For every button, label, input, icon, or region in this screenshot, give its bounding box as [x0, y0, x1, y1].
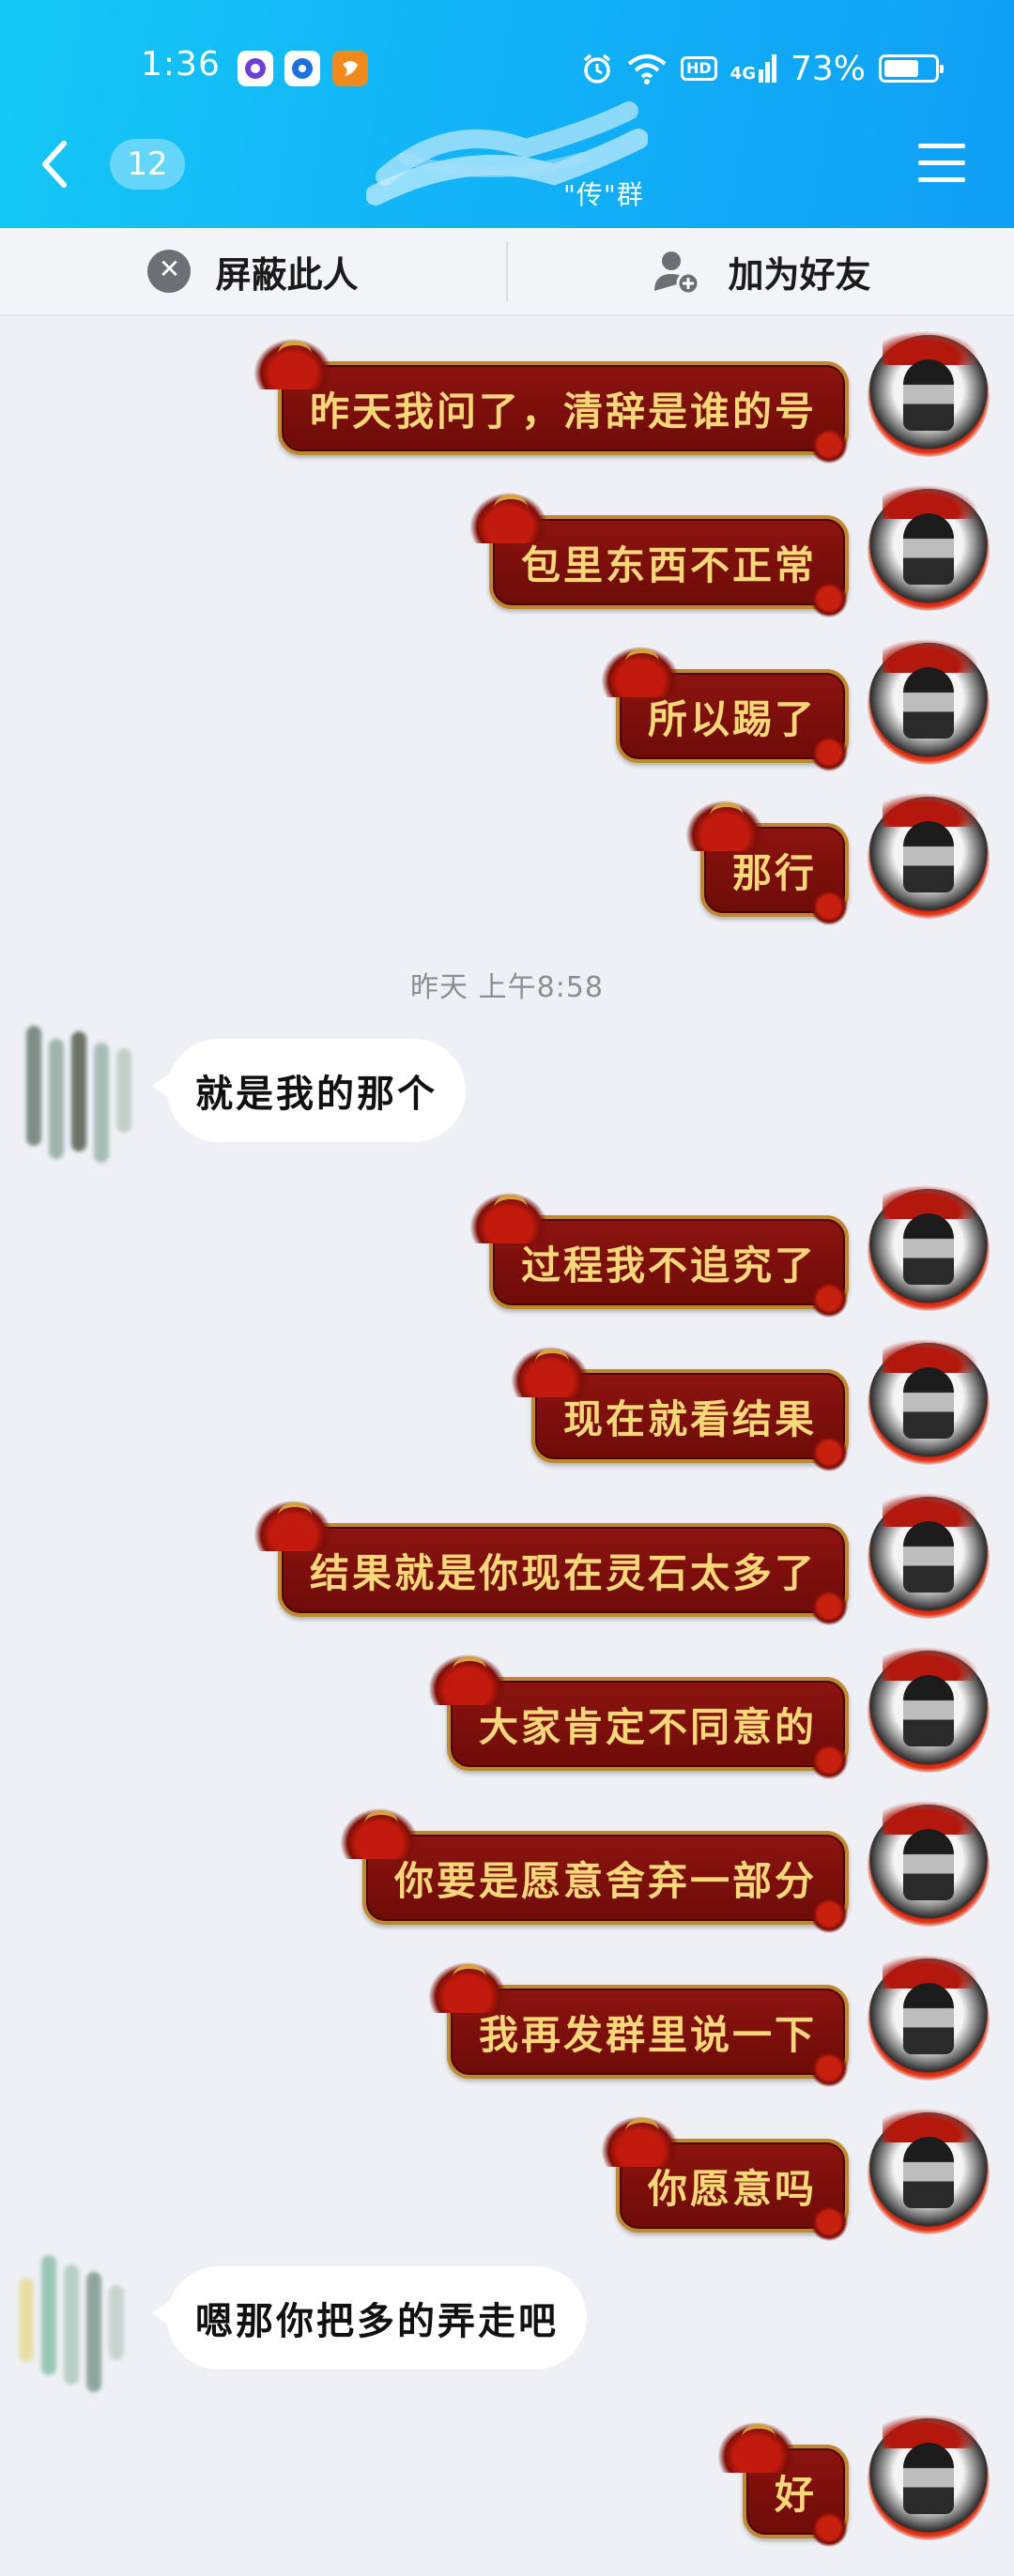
dragon-decoration — [424, 1651, 511, 1705]
dragon-tail-decoration — [809, 733, 849, 772]
dragon-tail-decoration — [809, 887, 849, 926]
message-row-self: 昨天我问了，清辞是谁的号 — [0, 328, 1014, 466]
message-text: 大家肯定不同意的 — [478, 1703, 817, 1750]
message-row-self: 你愿意吗 — [0, 2105, 1014, 2244]
self-avatar[interactable] — [868, 481, 990, 611]
signal-icon: 4G — [730, 54, 777, 83]
battery-icon — [879, 54, 944, 83]
dragon-tail-decoration — [809, 425, 849, 465]
self-avatar[interactable] — [868, 1489, 990, 1619]
dragon-decoration — [597, 2112, 684, 2167]
contact-avatar[interactable] — [13, 2240, 154, 2400]
message-bubble[interactable]: 结果就是你现在灵石太多了 — [277, 1523, 849, 1617]
menu-icon — [918, 144, 965, 148]
dragon-tail-decoration — [809, 2049, 849, 2088]
messenger-app-icon — [238, 51, 273, 86]
add-friend-label: 加为好友 — [728, 253, 871, 296]
message-text: 嗯那你把多的弄走吧 — [195, 2300, 559, 2343]
block-user-label: 屏蔽此人 — [215, 253, 359, 296]
dragon-tail-decoration — [809, 1587, 849, 1626]
dragon-tail-decoration — [809, 2508, 849, 2548]
chat-title: "传"群 — [563, 179, 644, 210]
message-row-self: 过程我不追究了 — [0, 1181, 1014, 1320]
message-row-self: 好 — [0, 2411, 1014, 2559]
dragon-decoration — [250, 1497, 336, 1551]
contact-avatar[interactable] — [13, 1011, 154, 1170]
message-row-self: 结果就是你现在灵石太多了 — [0, 1489, 1014, 1628]
dragon-decoration — [466, 1189, 552, 1243]
message-text: 包里东西不正常 — [520, 541, 817, 588]
self-avatar[interactable] — [868, 635, 990, 765]
add-friend-icon — [654, 252, 700, 295]
message-row-self: 包里东西不正常 — [0, 481, 1014, 620]
message-row-self: 那行 — [0, 789, 1014, 928]
message-bubble[interactable]: 昨天我问了，清辞是谁的号 — [277, 361, 849, 455]
dragon-tail-decoration — [809, 579, 849, 618]
status-indicators: HD 4G 73% — [581, 45, 944, 92]
message-row-self: 所以踢了 — [0, 635, 1014, 774]
self-avatar[interactable] — [868, 1181, 990, 1311]
message-bubble[interactable]: 你要是愿意舍弃一部分 — [361, 1831, 849, 1925]
message-text: 过程我不追究了 — [520, 1242, 817, 1288]
self-avatar[interactable] — [868, 1951, 990, 2081]
message-bubble[interactable]: 嗯那你把多的弄走吧 — [152, 2266, 587, 2370]
self-avatar[interactable] — [868, 2105, 990, 2234]
dragon-tail-decoration — [809, 1895, 849, 1934]
self-avatar[interactable] — [868, 789, 990, 919]
dragon-tail-decoration — [809, 2203, 849, 2242]
network-type: 4G — [730, 64, 756, 84]
dragon-decoration — [597, 643, 684, 697]
dragon-tail-decoration — [809, 1741, 849, 1780]
self-avatar[interactable] — [868, 2411, 990, 2540]
message-text: 结果就是你现在灵石太多了 — [309, 1549, 817, 1596]
wifi-icon — [627, 54, 667, 84]
chevron-left-icon — [42, 141, 67, 188]
self-avatar[interactable] — [868, 1643, 990, 1773]
self-avatar[interactable] — [868, 1335, 990, 1465]
message-row-self: 我再发群里说一下 — [0, 1951, 1014, 2090]
message-row-self: 大家肯定不同意的 — [0, 1643, 1014, 1782]
dragon-tail-decoration — [809, 1279, 849, 1318]
dragon-decoration — [336, 1805, 422, 1859]
message-row-other: 就是我的那个 — [0, 1011, 1014, 1198]
message-row-self: 现在就看结果 — [0, 1335, 1014, 1474]
top-header: 1:36 HD 4G 73% 12 "传"群 — [0, 0, 1014, 228]
dragon-decoration — [424, 1959, 511, 2013]
stranger-action-bar: 屏蔽此人 加为好友 — [0, 228, 1014, 316]
hd-badge: HD — [681, 56, 717, 81]
message-bubble[interactable]: 就是我的那个 — [152, 1039, 466, 1142]
message-timestamp: 昨天 上午8:58 — [410, 971, 604, 1004]
battery-percent: 73% — [790, 49, 866, 88]
message-text: 就是我的那个 — [195, 1073, 438, 1116]
self-avatar[interactable] — [868, 1797, 990, 1927]
message-text: 我再发群里说一下 — [478, 2011, 817, 2058]
media-app-icon — [284, 51, 320, 86]
message-text: 你要是愿意舍弃一部分 — [393, 1857, 817, 1904]
unread-count-badge[interactable]: 12 — [110, 139, 185, 190]
dragon-decoration — [250, 335, 336, 389]
dragon-decoration — [507, 1343, 593, 1397]
message-text: 昨天我问了，清辞是谁的号 — [309, 388, 817, 434]
message-list[interactable]: 昨天我问了，清辞是谁的号 包里东西不正常 所以踢了 那行 昨天 上午8:58 就… — [0, 316, 1014, 2576]
dragon-decoration — [682, 797, 768, 851]
uc-browser-icon — [332, 51, 368, 86]
back-button[interactable] — [36, 136, 73, 192]
block-icon — [147, 250, 192, 293]
message-row-self: 你要是愿意舍弃一部分 — [0, 1797, 1014, 1936]
message-text: 现在就看结果 — [562, 1395, 817, 1442]
message-row-other: 嗯那你把多的弄走吧 — [0, 2240, 1014, 2428]
dragon-tail-decoration — [809, 1433, 849, 1472]
add-friend-button[interactable]: 加为好友 — [508, 228, 1014, 314]
status-time: 1:36 — [141, 45, 221, 84]
alarm-icon — [583, 53, 611, 84]
dragon-decoration — [714, 2418, 800, 2473]
dragon-decoration — [466, 489, 552, 543]
block-user-button[interactable]: 屏蔽此人 — [0, 228, 506, 314]
self-avatar[interactable] — [868, 328, 990, 457]
menu-button[interactable] — [918, 144, 965, 185]
